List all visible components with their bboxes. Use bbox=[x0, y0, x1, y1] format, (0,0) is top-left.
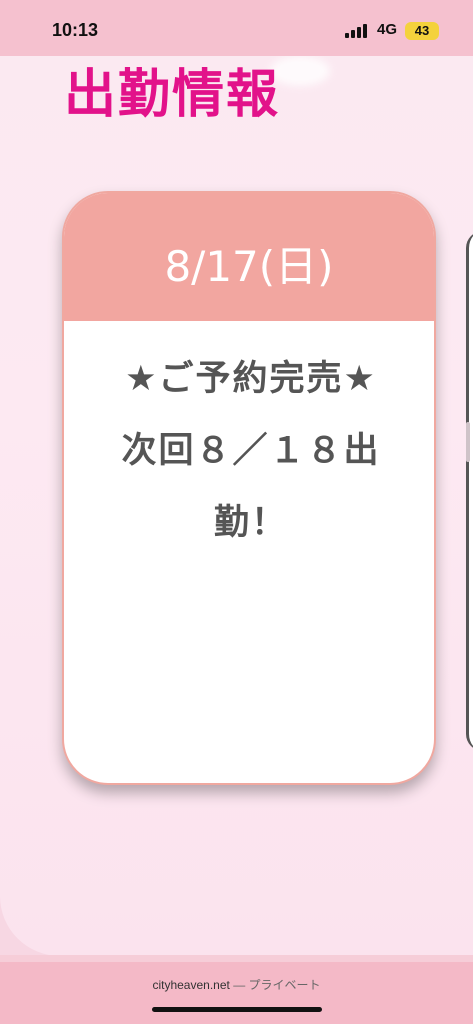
schedule-card[interactable]: 8/17(日) ★ご予約完売★ 次回８／１８出 勤！ bbox=[62, 191, 436, 785]
card-header: 8/17(日) bbox=[64, 193, 434, 321]
browser-url[interactable]: cityheaven.net — プライベート bbox=[0, 976, 473, 993]
card-date: 8/17(日) bbox=[164, 242, 334, 291]
status-time: 10:13 bbox=[52, 20, 99, 40]
status-bar: 10:13 4G 43 bbox=[0, 0, 473, 56]
card-message-line: ★ご予約完売★ bbox=[125, 359, 377, 399]
card-message: ★ご予約完売★ 次回８／１８出 勤！ bbox=[84, 343, 418, 559]
card-message-line: 勤！ bbox=[213, 503, 288, 543]
page-content: 出勤情報 8/17(日) ★ご予約完売★ 次回８／１８出 勤！ bbox=[0, 56, 473, 956]
browser-bar[interactable]: cityheaven.net — プライベート bbox=[0, 962, 473, 1024]
next-card-edge[interactable] bbox=[466, 231, 473, 751]
private-mode-label: — プライベート bbox=[233, 978, 321, 992]
section-title: 出勤情報 bbox=[64, 65, 281, 125]
network-type-label: 4G bbox=[377, 21, 398, 38]
card-message-line: 次回８／１８出 bbox=[121, 431, 381, 471]
cellular-signal-icon bbox=[345, 24, 371, 38]
scroll-indicator bbox=[466, 422, 470, 462]
home-indicator[interactable] bbox=[152, 1007, 322, 1012]
battery-level-badge: 43 bbox=[405, 22, 439, 40]
horizontal-scroll-track bbox=[0, 955, 473, 962]
browser-domain: cityheaven.net bbox=[152, 978, 230, 992]
